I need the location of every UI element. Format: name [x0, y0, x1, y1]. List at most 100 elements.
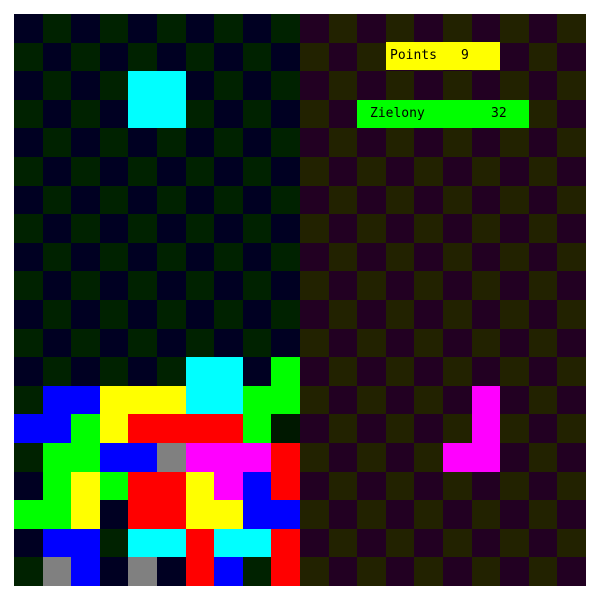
left-board-empty-cell	[99, 14, 129, 43]
right-board-empty-cell	[300, 471, 329, 501]
left-board-empty-cell	[128, 42, 158, 72]
left-board-block-cell	[242, 385, 272, 415]
left-board-empty-cell	[99, 528, 129, 558]
right-board-empty-cell	[300, 242, 329, 272]
left-board-empty-cell	[14, 71, 43, 101]
left-board-empty-cell	[128, 128, 158, 158]
left-board-empty-cell	[271, 157, 301, 186]
left-board-empty-cell	[14, 557, 43, 587]
left-board-empty-cell	[99, 557, 129, 587]
right-board-empty-cell	[414, 214, 444, 244]
right-board-empty-cell	[357, 242, 387, 272]
right-board-empty-cell	[328, 500, 358, 530]
right-board-empty-cell	[357, 214, 387, 244]
right-board-empty-cell	[385, 242, 415, 272]
left-board-block-cell	[99, 414, 129, 444]
left-board-empty-cell	[185, 71, 215, 101]
right-board-empty-cell	[500, 157, 530, 186]
right-board-empty-cell	[414, 328, 444, 358]
right-board-empty-cell	[385, 557, 415, 587]
right-board-empty-cell	[557, 443, 587, 472]
left-board-block-cell	[71, 500, 101, 530]
left-board-empty-cell	[71, 128, 101, 158]
left-board-block-cell	[42, 471, 72, 501]
left-board-block-cell	[214, 414, 244, 444]
right-board-empty-cell	[414, 357, 444, 387]
right-board-empty-cell	[385, 14, 415, 43]
right-board-empty-cell	[385, 528, 415, 558]
left-board-empty-cell	[71, 328, 101, 358]
left-board-empty-cell	[271, 328, 301, 358]
left-board-block-cell	[71, 414, 101, 444]
left-board-empty-cell	[99, 185, 129, 215]
right-board-empty-cell	[500, 242, 530, 272]
left-board-block-cell	[185, 557, 215, 587]
right-board-empty-cell	[443, 271, 472, 301]
right-board-empty-cell	[328, 71, 358, 101]
right-board-empty-cell	[471, 185, 501, 215]
left-board-empty-cell	[42, 300, 72, 329]
right-board-empty-cell	[471, 271, 501, 301]
right-board-empty-cell	[557, 157, 587, 186]
left-board-empty-cell	[242, 42, 272, 72]
left-board-empty-cell	[214, 328, 244, 358]
right-board-block-cell	[471, 443, 501, 472]
left-board-empty-cell	[157, 328, 186, 358]
right-board-empty-cell	[414, 242, 444, 272]
left-board-empty-cell	[214, 214, 244, 244]
left-board-empty-cell	[71, 214, 101, 244]
left-board-empty-cell	[271, 242, 301, 272]
right-board-empty-cell	[300, 128, 329, 158]
left-board-block-cell	[157, 500, 186, 530]
left-board-empty-cell	[99, 214, 129, 244]
left-board-empty-cell	[14, 385, 43, 415]
right-board-empty-cell	[300, 185, 329, 215]
right-board-empty-cell	[357, 443, 387, 472]
right-board-empty-cell	[300, 500, 329, 530]
left-board-empty-cell	[71, 99, 101, 129]
right-board-empty-cell	[500, 357, 530, 387]
left-board-empty-cell	[71, 14, 101, 43]
left-board-block-cell	[42, 414, 72, 444]
left-board-block-cell	[214, 357, 244, 387]
left-board-block-cell	[14, 500, 43, 530]
left-board-empty-cell	[128, 300, 158, 329]
right-board-empty-cell	[557, 214, 587, 244]
left-board-block-cell	[14, 414, 43, 444]
right-board-empty-cell	[500, 128, 530, 158]
left-board-block-cell	[185, 500, 215, 530]
right-board-empty-cell	[414, 271, 444, 301]
left-board-block-cell	[42, 557, 72, 587]
left-board-block-cell	[185, 471, 215, 501]
left-board-block-cell	[157, 385, 186, 415]
left-board-block-cell	[99, 385, 129, 415]
right-board-empty-cell	[471, 242, 501, 272]
right-board-empty-cell	[328, 357, 358, 387]
left-board-block-cell	[271, 443, 301, 472]
left-board-empty-cell	[185, 42, 215, 72]
left-board-empty-cell	[242, 328, 272, 358]
right-board-empty-cell	[443, 242, 472, 272]
left-board-block-cell	[242, 414, 272, 444]
right-board-empty-cell	[471, 557, 501, 587]
right-board-empty-cell	[528, 528, 558, 558]
right-board-empty-cell	[300, 42, 329, 72]
right-board-empty-cell	[443, 357, 472, 387]
left-board-empty-cell	[14, 300, 43, 329]
left-board-empty-cell	[185, 99, 215, 129]
right-board-empty-cell	[528, 443, 558, 472]
left-board-empty-cell	[157, 185, 186, 215]
right-board-empty-cell	[300, 328, 329, 358]
left-board-empty-cell	[14, 14, 43, 43]
right-board-empty-cell	[328, 528, 358, 558]
right-board-empty-cell	[471, 157, 501, 186]
right-board-empty-cell	[328, 242, 358, 272]
left-board-block-cell	[157, 443, 186, 472]
left-board-empty-cell	[71, 242, 101, 272]
right-board-empty-cell	[328, 414, 358, 444]
left-board-empty-cell	[99, 128, 129, 158]
left-board-block-cell	[128, 557, 158, 587]
right-board-empty-cell	[557, 300, 587, 329]
right-board-empty-cell	[557, 385, 587, 415]
left-board-empty-cell	[99, 328, 129, 358]
